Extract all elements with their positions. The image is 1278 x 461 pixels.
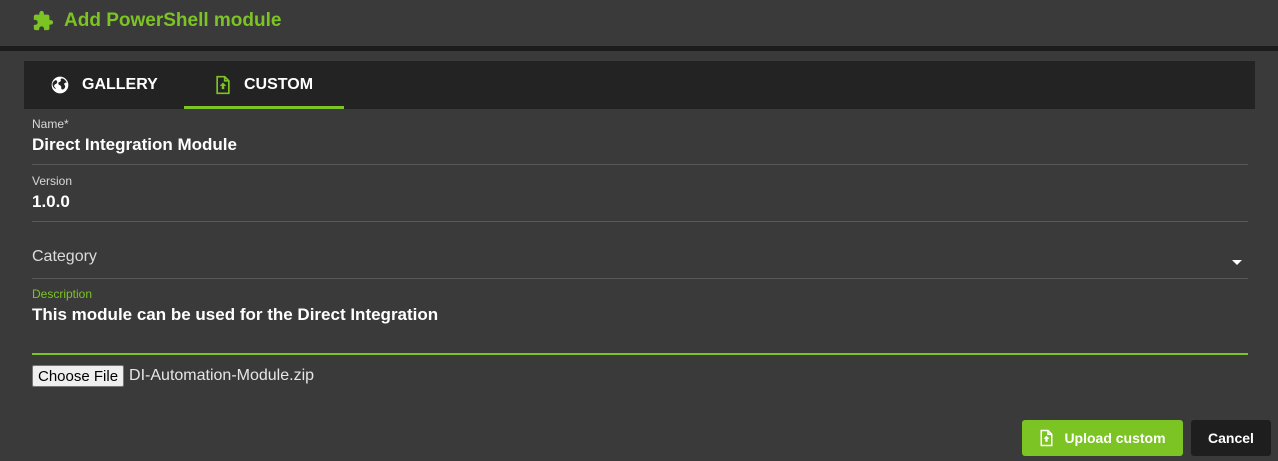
choose-file-button[interactable]: Choose File	[32, 365, 125, 387]
description-input[interactable]: This module can be used for the Direct I…	[32, 305, 1248, 325]
tab-custom-label: CUSTOM	[244, 76, 314, 93]
name-label: Name*	[32, 117, 69, 131]
cancel-button[interactable]: Cancel	[1191, 420, 1271, 456]
name-field[interactable]: Name* Direct Integration Module	[32, 117, 1248, 165]
tab-gallery-label: GALLERY	[82, 76, 158, 93]
category-underline	[32, 278, 1248, 279]
upload-custom-button[interactable]: Upload custom	[1022, 420, 1183, 456]
description-underline	[32, 353, 1248, 355]
chevron-down-icon[interactable]	[1232, 260, 1242, 265]
tab-custom[interactable]: CUSTOM	[214, 61, 313, 109]
selected-filename: DI-Automation-Module.zip	[129, 367, 315, 384]
version-input[interactable]: 1.0.0	[32, 192, 1248, 212]
description-label: Description	[32, 287, 93, 301]
header-divider	[0, 46, 1278, 51]
upload-custom-label: Upload custom	[1064, 430, 1166, 446]
name-underline	[32, 164, 1248, 165]
name-input[interactable]: Direct Integration Module	[32, 135, 1248, 155]
file-picker: Choose File DI-Automation-Module.zip	[32, 364, 314, 388]
version-field[interactable]: Version 1.0.0	[32, 174, 1248, 222]
globe-icon	[51, 76, 69, 94]
puzzle-icon	[33, 10, 54, 31]
tab-bar: GALLERY CUSTOM	[24, 61, 1255, 109]
file-upload-icon	[216, 75, 230, 95]
version-underline	[32, 221, 1248, 222]
file-upload-icon	[1040, 429, 1053, 447]
tab-gallery[interactable]: GALLERY	[50, 61, 158, 109]
category-label: Category	[32, 248, 97, 265]
active-tab-indicator	[184, 106, 344, 109]
version-label: Version	[32, 174, 73, 188]
category-select[interactable]: Category	[32, 248, 1248, 279]
dialog-header: Add PowerShell module	[0, 0, 1278, 46]
description-field[interactable]: Description This module can be used for …	[32, 287, 1248, 355]
dialog-title: Add PowerShell module	[64, 10, 282, 31]
